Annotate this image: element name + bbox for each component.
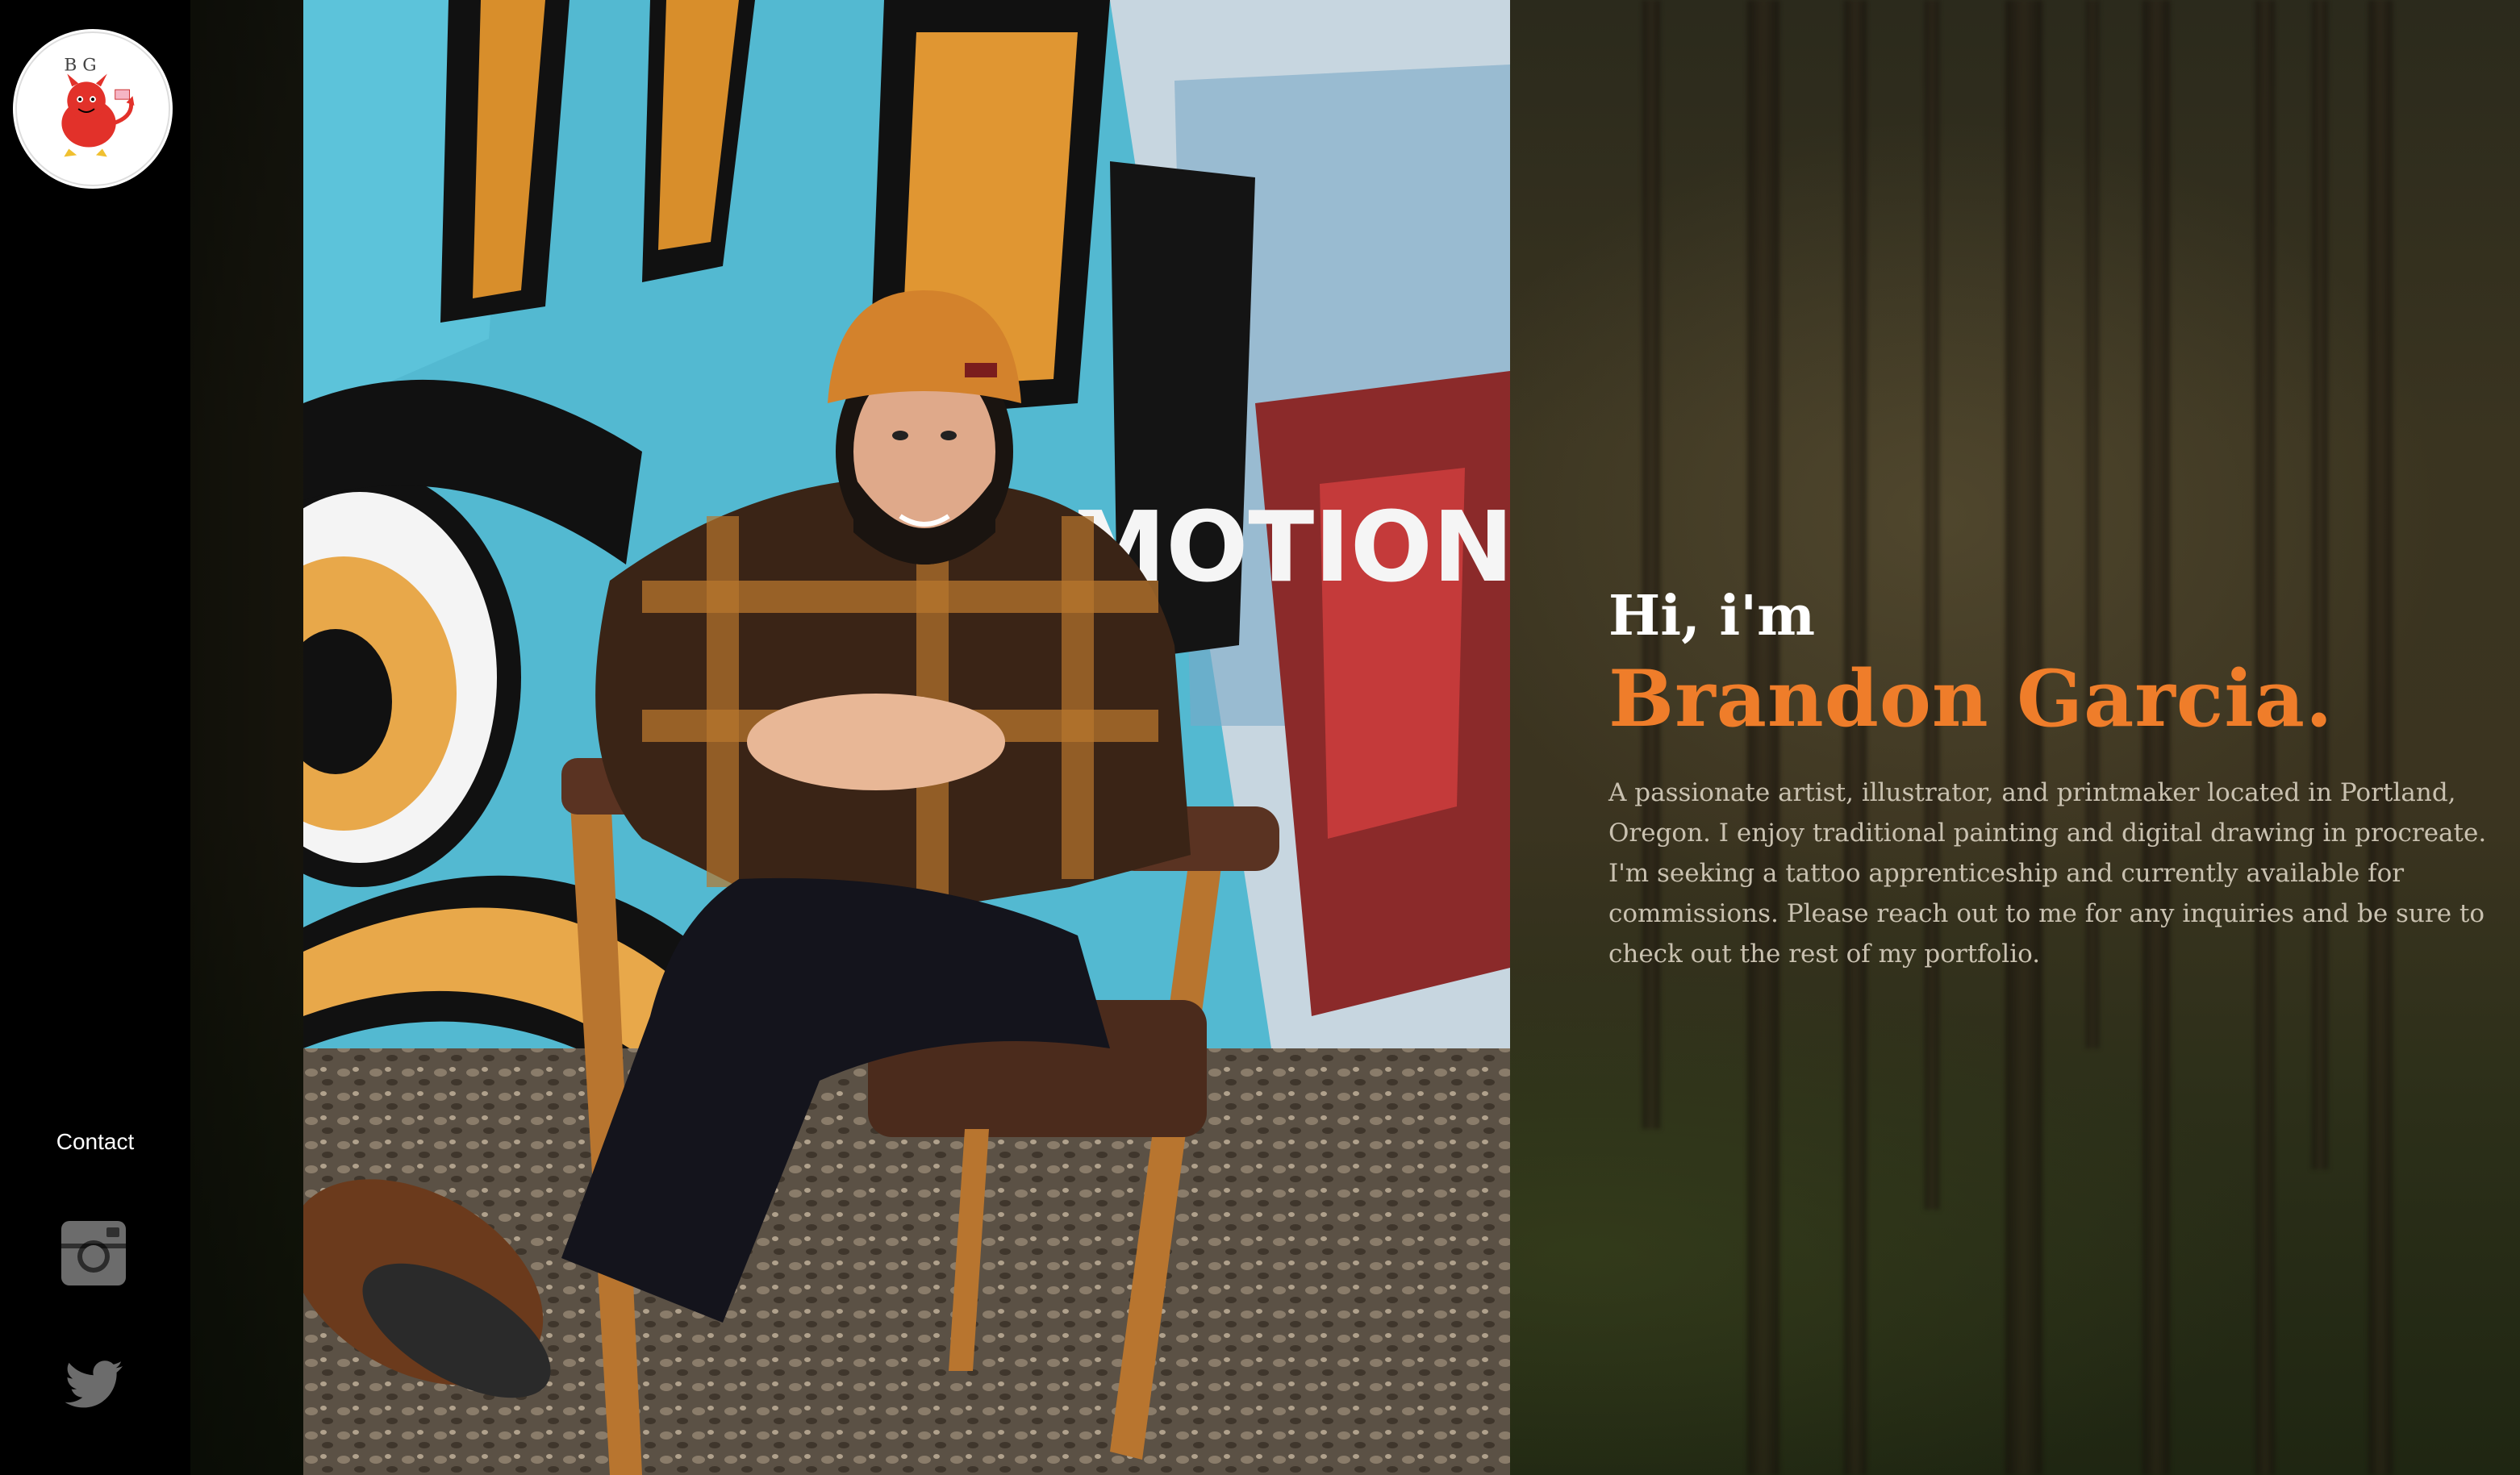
logo[interactable]: B G <box>13 29 173 189</box>
background-shade <box>190 0 303 1475</box>
svg-text:B G: B G <box>64 55 96 75</box>
artist-name-period: . <box>2305 653 2334 744</box>
hero-intro: Hi, i'm Brandon Garcia. A passionate art… <box>1608 589 2496 974</box>
portrait-photo: MOTION <box>303 0 1510 1475</box>
twitter-icon <box>65 1360 123 1408</box>
bio-paragraph: A passionate artist, illustrator, and pr… <box>1608 777 2487 969</box>
instagram-link[interactable] <box>60 1219 127 1287</box>
artist-name: Brandon Garcia. <box>1608 656 2496 742</box>
twitter-link[interactable] <box>60 1352 127 1419</box>
greeting-text: Hi, i'm <box>1608 584 1816 648</box>
artist-name-text: Brandon Garcia <box>1608 653 2305 744</box>
instagram-icon <box>61 1221 126 1285</box>
sidebar: B G Contact <box>0 0 190 1475</box>
contact-link[interactable]: Contact <box>0 1129 190 1155</box>
devil-logo-icon: B G <box>15 31 171 187</box>
